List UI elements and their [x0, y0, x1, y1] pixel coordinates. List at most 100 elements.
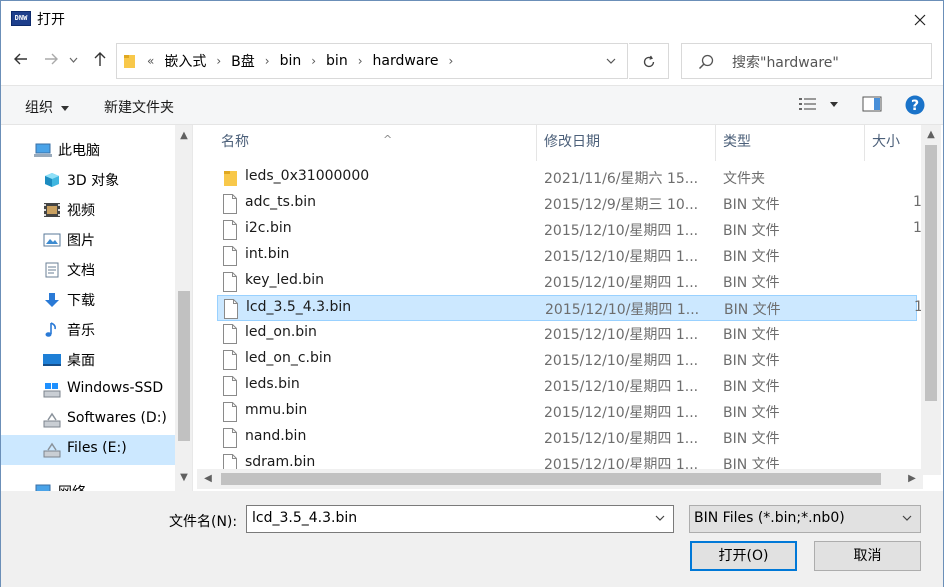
horizontal-scroll-thumb[interactable]: [221, 473, 881, 485]
scroll-right-icon[interactable]: ▶: [903, 470, 921, 488]
file-row[interactable]: adc_ts.bin 2015/12/9/星期三 10... BIN 文件 1: [217, 191, 922, 217]
filename-input[interactable]: lcd_3.5_4.3.bin: [246, 505, 674, 533]
file-row[interactable]: mmu.bin 2015/12/10/星期四 1... BIN 文件: [217, 399, 917, 425]
file-type: BIN 文件: [723, 405, 780, 421]
file-row[interactable]: nand.bin 2015/12/10/星期四 1... BIN 文件: [217, 425, 917, 451]
sidebar-scrollbar[interactable]: ▲ ▼: [175, 125, 192, 491]
sidebar-item-pictures[interactable]: 图片: [1, 225, 175, 255]
scroll-left-icon[interactable]: ◀: [199, 470, 217, 488]
breadcrumb-item[interactable]: hardware: [373, 53, 439, 69]
filename-dropdown[interactable]: [651, 506, 669, 532]
column-type[interactable]: 类型: [715, 125, 865, 161]
file-type-dropdown[interactable]: [898, 506, 916, 532]
file-name: leds.bin: [245, 376, 300, 392]
file-type: BIN 文件: [723, 431, 780, 447]
file-date: 2015/12/10/星期四 1...: [544, 275, 699, 291]
chevron-right-icon[interactable]: ›: [448, 54, 453, 68]
caret-down-icon: [830, 102, 839, 107]
column-size[interactable]: 大小: [864, 125, 924, 161]
up-button[interactable]: [90, 51, 110, 71]
file-type: BIN 文件: [723, 353, 780, 369]
sidebar-item-downloads[interactable]: 下载: [1, 285, 175, 315]
recent-locations-button[interactable]: [65, 51, 81, 71]
close-button[interactable]: [897, 1, 943, 37]
cancel-button[interactable]: 取消: [814, 541, 921, 571]
file-name: led_on_c.bin: [245, 350, 332, 366]
file-row[interactable]: led_on.bin 2015/12/10/星期四 1... BIN 文件: [217, 321, 917, 347]
sidebar-scroll-thumb[interactable]: [178, 291, 190, 441]
file-icon: [223, 402, 237, 422]
file-icon: [223, 428, 237, 448]
preview-pane-icon: [862, 96, 882, 112]
new-folder-button[interactable]: 新建文件夹: [104, 97, 174, 117]
scroll-up-icon[interactable]: ▲: [175, 127, 192, 145]
file-row[interactable]: leds_0x31000000 2021/11/6/星期六 15... 文件夹: [217, 165, 917, 191]
file-type: BIN 文件: [723, 249, 780, 265]
file-list-horizontal-scrollbar[interactable]: ◀ ▶: [197, 469, 923, 489]
breadcrumb-overflow[interactable]: «: [147, 54, 154, 68]
sidebar-item-windows-ssd[interactable]: Windows-SSD: [1, 375, 175, 405]
chevron-right-icon[interactable]: ›: [265, 54, 270, 68]
file-row[interactable]: i2c.bin 2015/12/10/星期四 1... BIN 文件 1: [217, 217, 922, 243]
file-name: nand.bin: [245, 428, 307, 444]
breadcrumb-item[interactable]: bin: [326, 53, 348, 69]
sidebar-item-network[interactable]: 网络: [1, 477, 175, 491]
forward-button[interactable]: [41, 51, 61, 71]
breadcrumb-item[interactable]: 嵌入式: [164, 51, 206, 71]
file-row[interactable]: int.bin 2015/12/10/星期四 1... BIN 文件: [217, 243, 917, 269]
file-type: BIN 文件: [723, 275, 780, 291]
chevron-down-icon: [69, 57, 77, 63]
sidebar-item-3d-objects[interactable]: 3D 对象: [1, 165, 175, 195]
open-button[interactable]: 打开(O): [690, 541, 797, 571]
organize-button[interactable]: 组织: [25, 97, 70, 117]
file-row[interactable]: led_on_c.bin 2015/12/10/星期四 1... BIN 文件: [217, 347, 917, 373]
refresh-button[interactable]: [629, 43, 669, 79]
file-row[interactable]: lcd_3.5_4.3.bin 2015/12/10/星期四 1... BIN 文件…: [217, 295, 923, 321]
address-bar[interactable]: « 嵌入式 › B盘 › bin › bin › hardware ›: [116, 43, 628, 79]
sidebar-item-label: 文档: [67, 263, 95, 279]
dialog-footer: 文件名(N): lcd_3.5_4.3.bin BIN Files (*.bin…: [1, 491, 943, 587]
file-row[interactable]: leds.bin 2015/12/10/星期四 1... BIN 文件: [217, 373, 917, 399]
chevron-right-icon[interactable]: ›: [216, 54, 221, 68]
file-type-select[interactable]: BIN Files (*.bin;*.nb0): [689, 505, 921, 533]
file-name: adc_ts.bin: [245, 194, 317, 210]
back-button[interactable]: [11, 51, 31, 71]
chevron-right-icon[interactable]: ›: [311, 54, 316, 68]
sidebar-item-files-e[interactable]: Files (E:): [1, 435, 175, 465]
sidebar-item-label: 3D 对象: [67, 173, 120, 189]
column-date[interactable]: 修改日期: [536, 125, 716, 161]
chevron-right-icon[interactable]: ›: [358, 54, 363, 68]
documents-icon: [45, 262, 59, 278]
file-row[interactable]: key_led.bin 2015/12/10/星期四 1... BIN 文件: [217, 269, 917, 295]
file-name: mmu.bin: [245, 402, 308, 418]
file-date: 2015/12/10/星期四 1...: [544, 379, 699, 395]
file-icon: [223, 220, 237, 240]
file-type: BIN 文件: [723, 379, 780, 395]
help-icon: ?: [905, 95, 925, 115]
sidebar-item-videos[interactable]: 视频: [1, 195, 175, 225]
help-button[interactable]: ?: [905, 95, 925, 119]
file-name: int.bin: [245, 246, 290, 262]
vertical-scroll-thumb[interactable]: [925, 145, 937, 401]
search-input[interactable]: 搜索"hardware": [681, 43, 932, 79]
breadcrumb-item[interactable]: B盘: [231, 51, 255, 71]
video-icon: [44, 203, 60, 217]
breadcrumb-item[interactable]: bin: [280, 53, 302, 69]
sidebar-item-desktop[interactable]: 桌面: [1, 345, 175, 375]
preview-pane-button[interactable]: [862, 96, 882, 116]
view-options-button[interactable]: [798, 96, 839, 116]
sidebar-item-softwares-d[interactable]: Softwares (D:): [1, 405, 175, 435]
column-name[interactable]: 名称 ^: [213, 125, 537, 161]
drive-icon: [43, 442, 61, 458]
sidebar-item-music[interactable]: 音乐: [1, 315, 175, 345]
search-icon: [698, 54, 714, 70]
file-type: BIN 文件: [723, 197, 780, 213]
scroll-down-icon[interactable]: ▼: [175, 469, 192, 487]
file-icon: [223, 272, 237, 292]
sidebar-item-documents[interactable]: 文档: [1, 255, 175, 285]
file-list-vertical-scrollbar[interactable]: ▲: [921, 125, 941, 475]
address-history-dropdown[interactable]: [595, 44, 627, 78]
scroll-up-icon[interactable]: ▲: [922, 126, 940, 144]
sidebar-item-this-pc[interactable]: 此电脑: [1, 135, 175, 165]
desktop-icon: [43, 354, 61, 366]
